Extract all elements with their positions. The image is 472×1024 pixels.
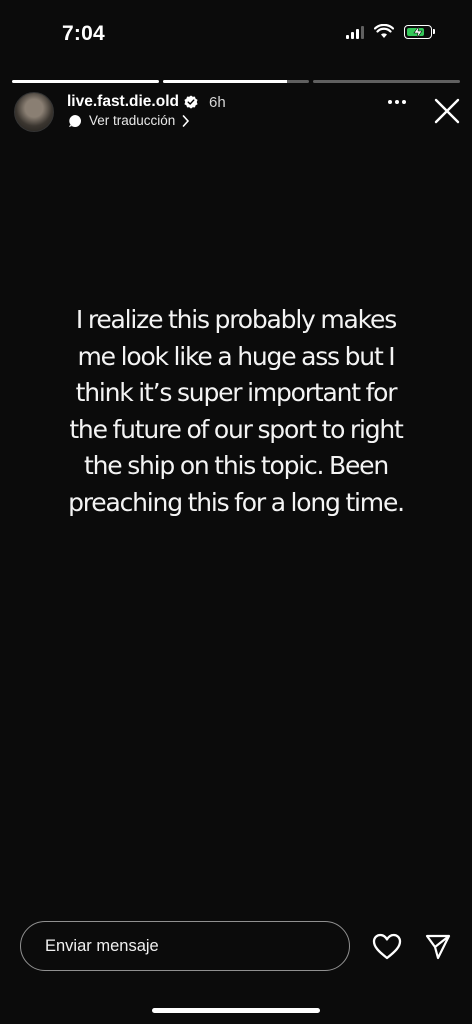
progress-segment <box>313 80 461 83</box>
time-ago: 6h <box>208 93 226 111</box>
message-input[interactable]: Enviar mensaje <box>20 921 350 971</box>
close-icon[interactable] <box>434 98 460 124</box>
translate-label: Ver traducción <box>89 113 176 128</box>
chevron-right-icon <box>183 114 190 127</box>
signal-icon <box>346 25 364 39</box>
translate-icon <box>69 114 81 127</box>
send-icon[interactable] <box>424 933 452 961</box>
battery-icon <box>404 24 435 39</box>
verified-icon <box>184 95 198 109</box>
story-text: I realize this probably makes me look li… <box>68 305 405 517</box>
story-header: live.fast.die.old 6h <box>67 93 226 111</box>
translate-link[interactable]: Ver traducción <box>68 113 190 128</box>
status-icons <box>346 24 435 39</box>
status-time: 7:04 <box>62 22 105 45</box>
heart-icon[interactable] <box>372 933 402 960</box>
story-progress <box>12 80 461 83</box>
home-indicator[interactable] <box>152 1008 320 1013</box>
more-icon[interactable] <box>388 100 406 104</box>
story-screen: 7:04 live.fast.die.old 6h Ver traducción… <box>0 0 472 1024</box>
avatar[interactable] <box>14 92 54 132</box>
username-link[interactable]: live.fast.die.old <box>67 93 179 111</box>
wifi-icon <box>374 24 394 38</box>
progress-segment <box>162 80 310 83</box>
progress-segment <box>12 80 159 83</box>
message-placeholder: Enviar mensaje <box>45 936 159 955</box>
